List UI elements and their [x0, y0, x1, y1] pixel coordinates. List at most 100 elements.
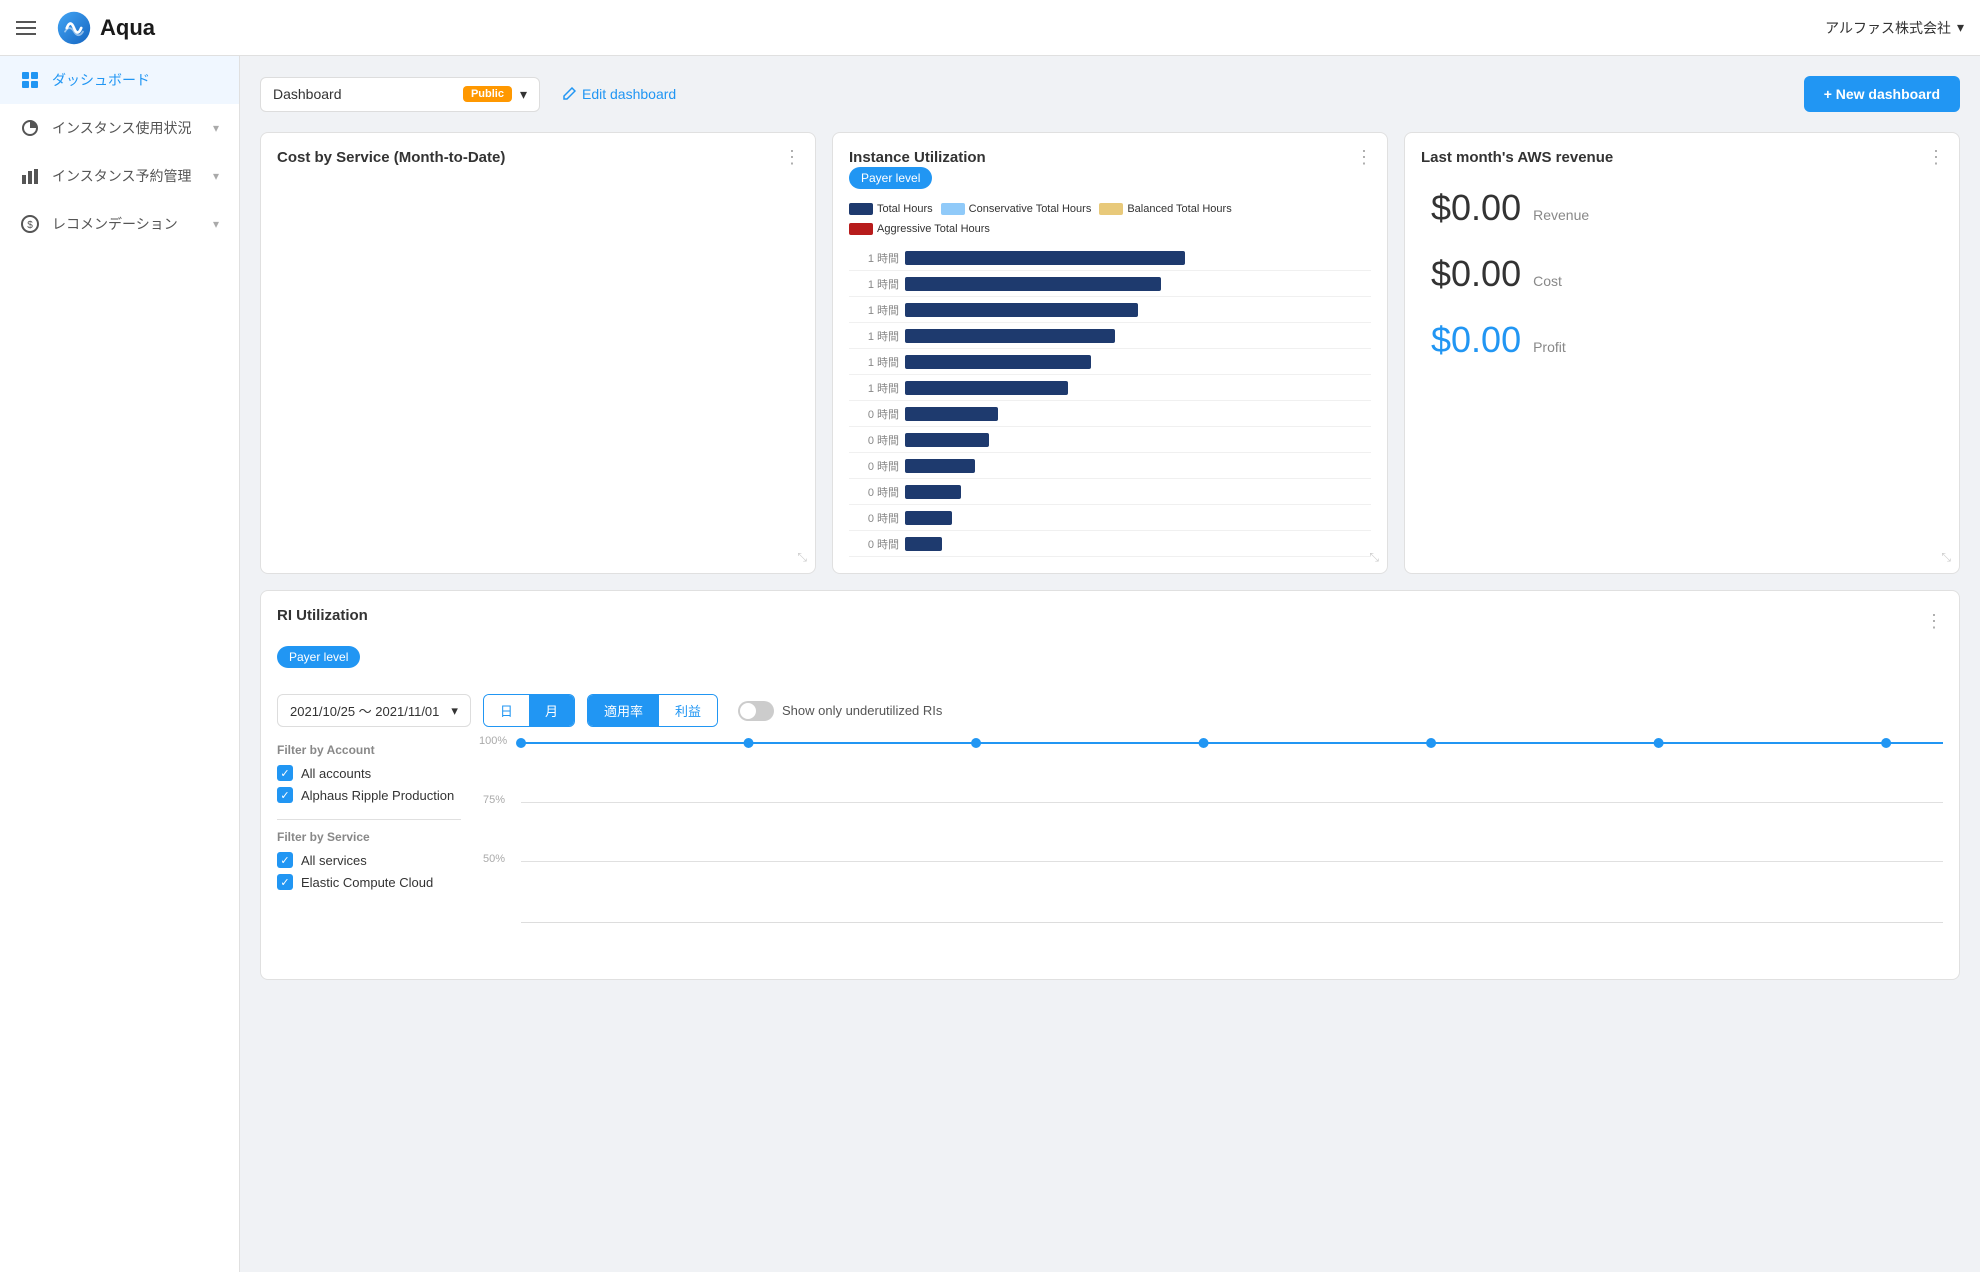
aws-revenue-title: Last month's AWS revenue: [1421, 149, 1613, 166]
cards-row: Cost by Service (Month-to-Date) ⋮ ⤡ Inst…: [260, 132, 1960, 574]
underutilized-toggle[interactable]: [738, 701, 774, 721]
dashboard-selector-label: Dashboard: [273, 86, 455, 102]
legend-color-conservative: [941, 203, 965, 215]
bar-chart-icon: [20, 166, 40, 186]
pencil-icon: [562, 87, 576, 101]
chevron-down-icon: ▾: [213, 121, 219, 135]
legend-label-conservative: Conservative Total Hours: [969, 203, 1092, 215]
sidebar-item-instance-usage[interactable]: インスタンス使用状況 ▾: [0, 104, 239, 152]
profit-label: Profit: [1533, 339, 1566, 355]
ri-filters-panel: Filter by Account All accounts Alphaus R…: [277, 743, 477, 963]
sidebar-item-dashboard[interactable]: ダッシュボード: [0, 56, 239, 104]
top-header: Aqua アルファス株式会社 ▾: [0, 0, 1980, 56]
utilization-chart: 1 時間 1 時間 1 時間 1 時間 1 時間 1 時間 0 時間 0 時間 …: [849, 245, 1371, 557]
instance-utilization-menu-icon[interactable]: ⋮: [1355, 147, 1373, 168]
chart-row: 0 時間: [849, 401, 1371, 427]
dashboard-selector[interactable]: Dashboard Public ▾: [260, 77, 540, 112]
chart-row: 0 時間: [849, 531, 1371, 557]
ri-menu-icon[interactable]: ⋮: [1925, 611, 1943, 632]
resize-icon-2: ⤡: [1369, 550, 1379, 565]
all-services-label: All services: [301, 853, 367, 868]
company-chevron-icon: ▾: [1957, 19, 1964, 36]
hamburger-menu[interactable]: [16, 21, 36, 35]
ri-controls: 2021/10/25 〜 2021/11/01 ▾ 日 月 適用率 利益 Sho…: [277, 694, 1943, 727]
sidebar-label-reservation: インスタンス予約管理: [52, 166, 201, 186]
filter-account-title: Filter by Account: [277, 743, 461, 757]
legend-aggressive: Aggressive Total Hours: [849, 223, 990, 235]
chevron-down-icon-3: ▾: [213, 217, 219, 231]
new-dashboard-button[interactable]: + New dashboard: [1804, 76, 1960, 112]
cost-by-service-menu-icon[interactable]: ⋮: [783, 147, 801, 168]
legend-balanced: Balanced Total Hours: [1099, 203, 1231, 215]
sidebar-label-recommendation: レコメンデーション: [52, 214, 201, 234]
cost-value: $0.00: [1431, 253, 1521, 295]
payer-level-badge[interactable]: Payer level: [849, 167, 932, 189]
chart-row: 0 時間: [849, 453, 1371, 479]
instance-utilization-title: Instance Utilization: [849, 149, 986, 166]
sidebar-label-instance-usage: インスタンス使用状況: [52, 118, 201, 138]
chart-row: 1 時間: [849, 323, 1371, 349]
filter-service-title: Filter by Service: [277, 830, 461, 844]
legend-color-aggressive: [849, 223, 873, 235]
ec2-checkbox[interactable]: [277, 874, 293, 890]
sidebar-item-reservation[interactable]: インスタンス予約管理 ▾: [0, 152, 239, 200]
ri-line-chart: [521, 743, 1943, 747]
profit-value: $0.00: [1431, 319, 1521, 361]
date-chevron-icon: ▾: [451, 703, 458, 719]
revenue-row: $0.00 Revenue: [1431, 187, 1933, 229]
legend-conservative: Conservative Total Hours: [941, 203, 1092, 215]
ri-utilization-title: RI Utilization: [277, 607, 368, 624]
instance-utilization-card: Instance Utilization ⋮ Payer level Total…: [832, 132, 1388, 574]
all-services-checkbox[interactable]: [277, 852, 293, 868]
ec2-label: Elastic Compute Cloud: [301, 875, 433, 890]
ri-utilization-card: RI Utilization ⋮ Payer level 2021/10/25 …: [260, 590, 1960, 980]
chart-row: 1 時間: [849, 349, 1371, 375]
logo-area: Aqua: [16, 10, 155, 46]
legend-total-hours: Total Hours: [849, 203, 933, 215]
ri-chart-area: 100% 75% 50%: [477, 743, 1943, 963]
selector-chevron-icon: ▾: [520, 86, 527, 103]
cost-by-service-title: Cost by Service (Month-to-Date): [277, 149, 505, 166]
legend-label-balanced: Balanced Total Hours: [1127, 203, 1231, 215]
pie-chart-icon: [20, 118, 40, 138]
ri-payer-badge[interactable]: Payer level: [277, 646, 360, 668]
utilization-filter-group: 適用率 利益: [587, 694, 718, 727]
profit-row: $0.00 Profit: [1431, 319, 1933, 361]
company-selector[interactable]: アルファス株式会社 ▾: [1825, 18, 1964, 38]
chart-row: 0 時間: [849, 505, 1371, 531]
revenue-label: Revenue: [1533, 207, 1589, 223]
dollar-icon: $: [20, 214, 40, 234]
tab-day[interactable]: 日: [484, 695, 529, 726]
resize-icon-3: ⤡: [1941, 550, 1951, 565]
all-accounts-label: All accounts: [301, 766, 371, 781]
cost-label: Cost: [1533, 273, 1562, 289]
app-name: Aqua: [100, 15, 155, 41]
cost-row: $0.00 Cost: [1431, 253, 1933, 295]
main-content: Dashboard Public ▾ Edit dashboard + New …: [240, 56, 1980, 1272]
filter-divider: [277, 819, 461, 820]
date-range-value: 2021/10/25 〜 2021/11/01: [290, 701, 439, 720]
alphaus-ripple-label: Alphaus Ripple Production: [301, 788, 454, 803]
chart-row: 0 時間: [849, 427, 1371, 453]
date-range-selector[interactable]: 2021/10/25 〜 2021/11/01 ▾: [277, 694, 471, 727]
sidebar-item-recommendation[interactable]: $ レコメンデーション ▾: [0, 200, 239, 248]
filter-service-section: Filter by Service All services Elastic C…: [277, 830, 461, 890]
chart-legend: Total Hours Conservative Total Hours Bal…: [849, 203, 1371, 235]
tab-month[interactable]: 月: [529, 695, 574, 726]
aws-revenue-menu-icon[interactable]: ⋮: [1927, 147, 1945, 168]
edit-dashboard-button[interactable]: Edit dashboard: [550, 78, 688, 110]
chart-row: 0 時間: [849, 479, 1371, 505]
all-accounts-checkbox[interactable]: [277, 765, 293, 781]
svg-text:$: $: [27, 220, 33, 231]
aqua-logo-icon: [56, 10, 92, 46]
filter-all-services: All services: [277, 852, 461, 868]
ri-body: Filter by Account All accounts Alphaus R…: [277, 743, 1943, 963]
filter-utilization-rate[interactable]: 適用率: [588, 695, 659, 726]
filter-profit[interactable]: 利益: [659, 695, 717, 726]
sidebar-label-dashboard: ダッシュボード: [52, 70, 219, 90]
filter-account-section: Filter by Account All accounts Alphaus R…: [277, 743, 461, 803]
legend-color-balanced: [1099, 203, 1123, 215]
chart-row: 1 時間: [849, 375, 1371, 401]
alphaus-ripple-checkbox[interactable]: [277, 787, 293, 803]
cost-by-service-card: Cost by Service (Month-to-Date) ⋮ ⤡: [260, 132, 816, 574]
